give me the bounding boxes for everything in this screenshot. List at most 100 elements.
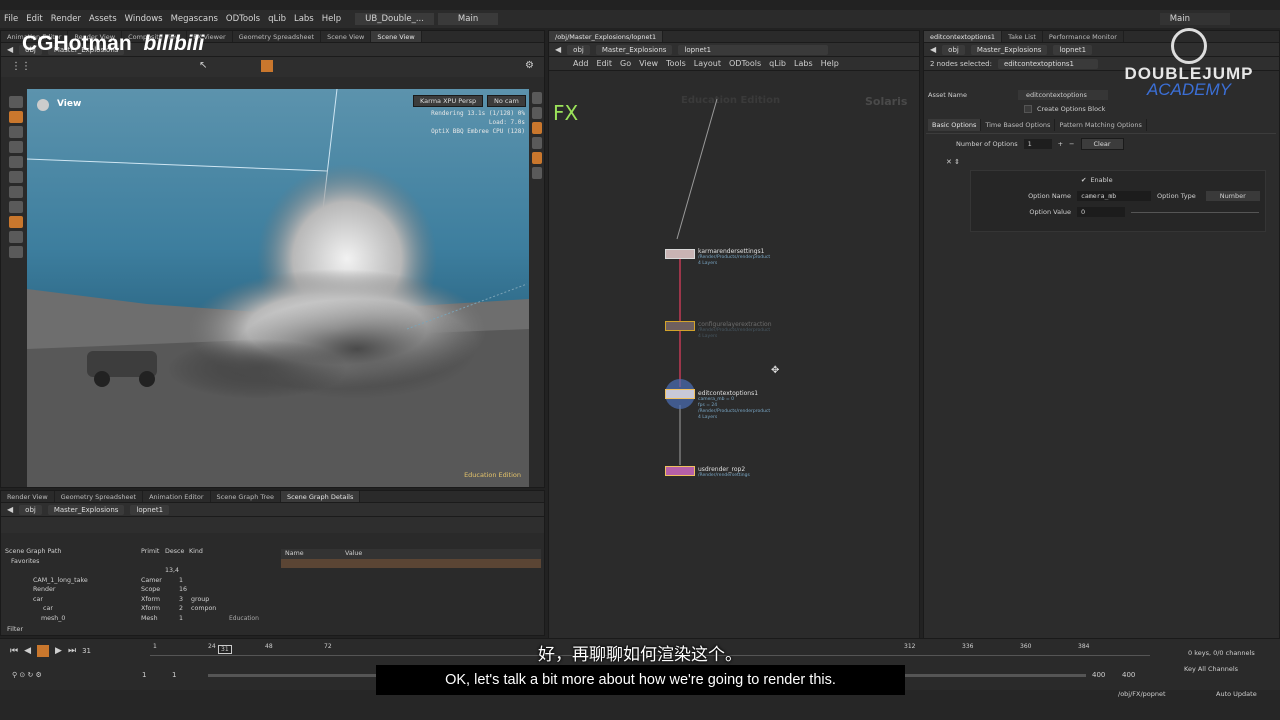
range-start[interactable]: 1	[142, 671, 172, 679]
tab-scene-view-active[interactable]: Scene View	[371, 31, 422, 42]
net-menu-go[interactable]: Go	[616, 59, 635, 68]
camera-icon[interactable]	[9, 171, 23, 183]
tab-geometry-spreadsheet[interactable]: Geometry Spreadsheet	[55, 491, 144, 502]
shading-icon[interactable]	[532, 107, 542, 119]
scene-graph-filter[interactable]: Filter	[7, 625, 23, 633]
menu-file[interactable]: File	[0, 14, 22, 24]
option-type-select[interactable]: Number	[1205, 191, 1260, 201]
details-header-name[interactable]: Name	[281, 550, 345, 557]
net-menu-view[interactable]: View	[635, 59, 662, 68]
close-multiparm-icon[interactable]: ✕ ⇕	[946, 158, 960, 166]
option-value-field[interactable]: 0	[1077, 207, 1125, 217]
net-menu-edit[interactable]: Edit	[593, 59, 617, 68]
tab-take-list[interactable]: Take List	[1002, 31, 1043, 42]
header-descendants[interactable]: Desce	[165, 548, 189, 555]
path-node[interactable]: lopnet1	[130, 504, 170, 515]
menu-qlib[interactable]: qLib	[264, 14, 290, 24]
menu-assets[interactable]: Assets	[85, 14, 121, 24]
tab-scene-graph-details[interactable]: Scene Graph Details	[280, 491, 361, 502]
pose-icon[interactable]	[9, 126, 23, 138]
node-editcontextoptions[interactable]	[665, 389, 695, 399]
snap-icon[interactable]	[9, 201, 23, 213]
option-value-slider[interactable]	[1131, 211, 1259, 213]
eye-icon[interactable]	[37, 99, 49, 111]
tab-basic-options[interactable]: Basic Options	[928, 119, 982, 131]
title-right[interactable]: Main	[1159, 13, 1230, 25]
select-icon[interactable]	[9, 96, 23, 108]
tab-scene-graph-tree[interactable]: Scene Graph Tree	[211, 491, 281, 502]
snapshot-icon[interactable]	[532, 167, 542, 179]
root-row[interactable]: 13,4	[5, 566, 275, 576]
path-obj[interactable]: obj	[19, 504, 42, 515]
range-end[interactable]: 400	[1092, 671, 1122, 679]
node-name-field[interactable]: editcontextoptions1	[997, 58, 1098, 69]
node-configurelayer[interactable]	[665, 321, 695, 331]
range-start-2[interactable]: 1	[172, 671, 202, 679]
menu-odtools[interactable]: ODTools	[222, 14, 264, 24]
viewport-canvas[interactable]: View Karma XPU Persp No cam Rendering 13…	[27, 89, 529, 487]
node-karmarendersettings[interactable]	[665, 249, 695, 259]
handle-icon[interactable]	[9, 186, 23, 198]
desktop-main[interactable]: Main	[437, 13, 499, 25]
tab-scene-view[interactable]: Scene View	[321, 31, 372, 42]
tree-row[interactable]: car Xform 2 compon	[5, 604, 275, 614]
path-node[interactable]: lopnet1	[678, 44, 829, 55]
tab-network[interactable]: /obj/Master_Explosions/lopnet1	[549, 31, 664, 42]
path-net[interactable]: Master_Explosions	[970, 44, 1048, 55]
snap-tool-icon[interactable]	[261, 60, 273, 72]
network-canvas[interactable]: FX Education Edition Solaris karmarender…	[549, 89, 919, 689]
paint-icon[interactable]	[9, 231, 23, 243]
option-name-field[interactable]: camera_mb	[1077, 191, 1151, 201]
details-header-value[interactable]: Value	[345, 550, 362, 557]
path-node[interactable]: lopnet1	[1053, 44, 1093, 55]
tab-pattern-matching-options[interactable]: Pattern Matching Options	[1055, 119, 1147, 131]
back-icon[interactable]: ◀	[7, 505, 13, 514]
path-obj[interactable]: obj	[567, 44, 590, 55]
lock-icon[interactable]	[9, 111, 23, 123]
path-net[interactable]: Master_Explosions	[47, 504, 125, 515]
header-kind[interactable]: Kind	[189, 548, 219, 555]
menu-labs[interactable]: Labs	[290, 14, 318, 24]
num-options-field[interactable]: 1	[1023, 139, 1052, 149]
back-icon[interactable]: ◀	[555, 45, 561, 54]
net-menu-odtools[interactable]: ODTools	[725, 59, 765, 68]
range-tools-icon[interactable]: ⚲ ⊙ ↻ ⚙	[12, 671, 142, 679]
light-icon[interactable]	[9, 156, 23, 168]
net-menu-help[interactable]: Help	[817, 59, 843, 68]
ghost-icon[interactable]	[532, 137, 542, 149]
node-usdrender-rop[interactable]	[665, 466, 695, 476]
net-menu-layout[interactable]: Layout	[690, 59, 725, 68]
tab-parameters[interactable]: editcontextoptions1	[924, 31, 1003, 42]
header-path[interactable]: Scene Graph Path	[5, 548, 141, 555]
asset-name-value[interactable]: editcontextoptions	[1018, 90, 1108, 100]
net-menu-add[interactable]: Add	[569, 59, 593, 68]
path-net[interactable]: Master_Explosions	[595, 44, 673, 55]
tree-row[interactable]: Render Scope 16	[5, 585, 275, 595]
tree-row[interactable]: car Xform 3 group	[5, 595, 275, 605]
favorites-row[interactable]: Favorites	[5, 557, 275, 567]
select-tool-icon[interactable]: ↖	[199, 60, 207, 71]
net-menu-qlib[interactable]: qLib	[765, 59, 790, 68]
minus-icon[interactable]: −	[1069, 140, 1074, 148]
enable-checkbox-icon[interactable]: ✔	[1081, 176, 1086, 184]
menu-windows[interactable]: Windows	[121, 14, 167, 24]
light-toggle-icon[interactable]	[532, 122, 542, 134]
render-icon[interactable]	[532, 152, 542, 164]
grid-menu-icon[interactable]: ⋮⋮	[11, 61, 31, 72]
net-menu-tools[interactable]: Tools	[662, 59, 690, 68]
tab-animation-editor[interactable]: Animation Editor	[143, 491, 211, 502]
range-end-2[interactable]: 400	[1122, 671, 1152, 679]
settings-icon[interactable]: ⚙	[525, 60, 534, 71]
back-icon[interactable]: ◀	[7, 45, 13, 54]
tab-render-view[interactable]: Render View	[1, 491, 55, 502]
back-icon[interactable]: ◀	[930, 45, 936, 54]
net-menu-labs[interactable]: Labs	[790, 59, 817, 68]
camera-button[interactable]: No cam	[487, 95, 526, 107]
brush-icon[interactable]	[9, 141, 23, 153]
menu-edit[interactable]: Edit	[22, 14, 46, 24]
rotate-icon[interactable]	[9, 246, 23, 258]
plus-icon[interactable]: +	[1058, 140, 1063, 148]
menu-megascans[interactable]: Megascans	[167, 14, 222, 24]
desktop-tab[interactable]: UB_Double_...	[355, 13, 434, 25]
tab-time-based-options[interactable]: Time Based Options	[981, 119, 1056, 131]
